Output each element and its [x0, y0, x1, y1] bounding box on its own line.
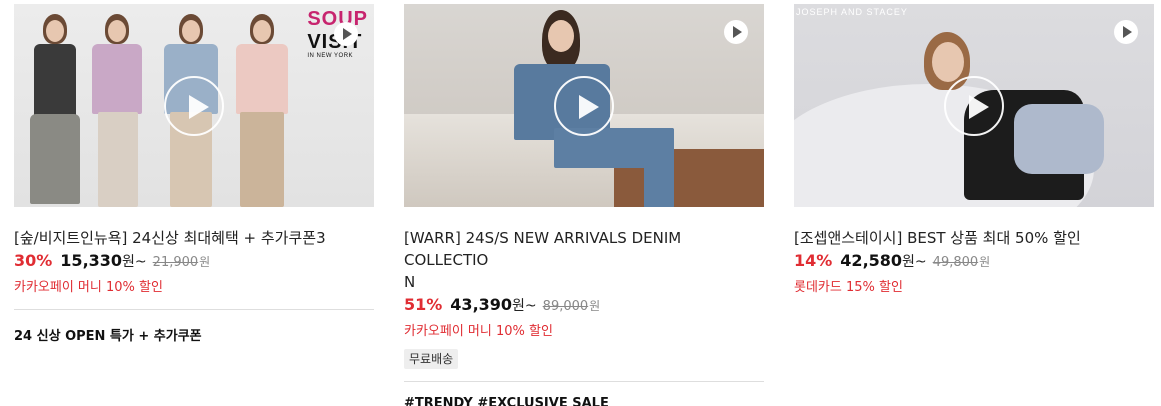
original-price-unit: 원: [199, 255, 211, 269]
original-price: 21,900: [152, 255, 199, 270]
play-circle-icon[interactable]: [944, 75, 1004, 136]
model-figure: [24, 14, 84, 204]
divider: [14, 309, 374, 310]
price-row: 51% 43,390 원~ 89,000 원: [404, 295, 764, 319]
price-row: 14% 42,580 원~ 49,800 원: [794, 251, 1154, 275]
model-figure: [230, 14, 294, 207]
divider: [404, 381, 764, 382]
card-benefit: 카카오페이 머니 10% 할인: [404, 324, 553, 339]
model-figure: [86, 14, 146, 207]
play-circle-icon[interactable]: [164, 75, 224, 136]
promo-text[interactable]: #TRENDY #EXCLUSIVE SALE: [404, 396, 764, 406]
discount-rate: 51%: [404, 295, 443, 314]
product-card-3[interactable]: JOSEPH AND STACEY [조셉앤스테이시] BEST 상품 최대 5…: [794, 4, 1154, 297]
discount-rate: 14%: [794, 251, 833, 270]
price-unit: 원~: [512, 298, 537, 314]
product-title[interactable]: [WARR] 24S/S NEW ARRIVALS DENIM COLLECTI…: [404, 227, 764, 293]
product-card-2[interactable]: [WARR] 24S/S NEW ARRIVALS DENIM COLLECTI…: [404, 4, 764, 406]
product-video-thumbnail[interactable]: JOSEPH AND STACEY: [794, 4, 1154, 207]
product-title[interactable]: [숲/비지트인뉴욕] 24신상 최대혜택 + 추가쿠폰3: [14, 227, 374, 249]
brand-logo: JOSEPH AND STACEY: [796, 7, 908, 17]
card-benefit: 롯데카드 15% 할인: [794, 280, 903, 295]
sale-price: 15,330: [60, 251, 123, 270]
card-benefit: 카카오페이 머니 10% 할인: [14, 280, 163, 295]
play-badge-icon[interactable]: [334, 22, 358, 46]
product-title-line: N: [404, 273, 416, 291]
play-circle-icon[interactable]: [554, 75, 614, 136]
product-title[interactable]: [조셉앤스테이시] BEST 상품 최대 50% 할인: [794, 227, 1154, 249]
original-price-unit: 원: [979, 255, 991, 269]
product-title-line: [WARR] 24S/S NEW ARRIVALS DENIM COLLECTI…: [404, 229, 682, 269]
bag: [1014, 104, 1104, 174]
original-price: 89,000: [542, 299, 589, 314]
product-video-thumbnail[interactable]: SOUP VISIT IN NEW YORK: [14, 4, 374, 207]
original-price-unit: 원: [589, 299, 601, 313]
play-badge-icon[interactable]: [1114, 20, 1138, 44]
product-video-thumbnail[interactable]: [404, 4, 764, 207]
price-unit: 원~: [122, 254, 147, 270]
price-row: 30% 15,330 원~ 21,900 원: [14, 251, 374, 275]
sale-price: 42,580: [840, 251, 903, 270]
play-badge-icon[interactable]: [724, 20, 748, 44]
model-figure: [904, 14, 1134, 207]
price-unit: 원~: [902, 254, 927, 270]
product-card-1[interactable]: SOUP VISIT IN NEW YORK [숲/비지트인뉴욕] 24신상 최…: [14, 4, 374, 344]
free-shipping-badge: 무료배송: [404, 349, 459, 369]
original-price: 49,800: [932, 255, 979, 270]
discount-rate: 30%: [14, 251, 53, 270]
promo-text[interactable]: 24 신상 OPEN 특가 + 추가쿠폰: [14, 325, 374, 344]
sale-price: 43,390: [450, 295, 513, 314]
